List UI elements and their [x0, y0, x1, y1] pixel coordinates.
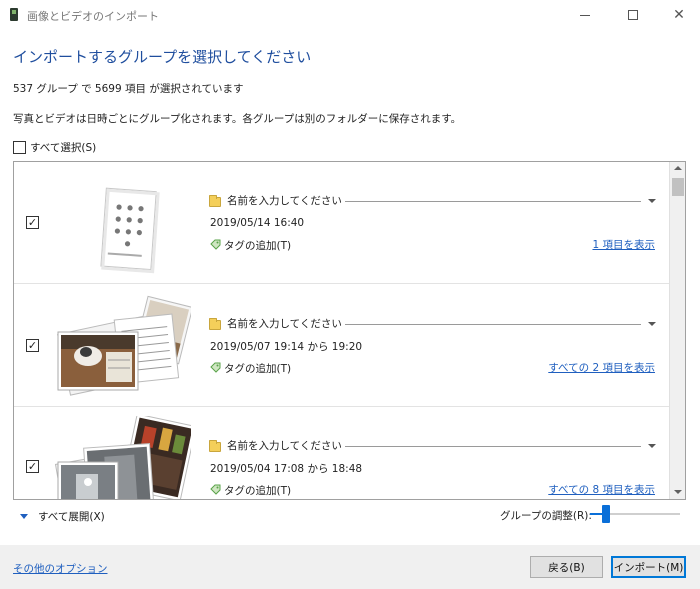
group-name-input[interactable]: 名前を入力してください: [227, 438, 342, 453]
group-date: 2019/05/04 17:08 から 18:48: [210, 463, 363, 475]
group-checkbox[interactable]: ✓: [26, 339, 39, 352]
chevron-down-icon[interactable]: [648, 199, 656, 203]
chevron-down-icon: [20, 514, 28, 519]
group-list[interactable]: ✓ 名前を入力してください 2019/05/14 16:40 タグの追加(T) …: [13, 161, 686, 500]
add-tag-link[interactable]: タグの追加(T): [224, 483, 291, 498]
group-name-input[interactable]: 名前を入力してください: [227, 316, 342, 331]
scroll-down-icon[interactable]: [674, 490, 682, 494]
folder-icon: [209, 318, 221, 330]
group-thumbnail[interactable]: [46, 413, 197, 499]
name-underline: [345, 201, 641, 202]
group-date: 2019/05/07 19:14 から 19:20: [210, 341, 363, 353]
add-tag-link[interactable]: タグの追加(T): [224, 361, 291, 376]
minimize-icon: [580, 14, 590, 16]
checkbox-icon: [13, 141, 26, 154]
group-adjust-slider-thumb[interactable]: [602, 505, 611, 523]
tag-add-icon: [210, 239, 221, 250]
select-all-label: すべて選択(S): [30, 142, 97, 154]
group-adjust-label: グループの調整(R):: [500, 510, 592, 522]
maximize-icon: [628, 10, 638, 20]
group-row: ✓: [14, 408, 669, 499]
maximize-button[interactable]: [610, 0, 656, 30]
window-title: 画像とビデオのインポート: [27, 10, 159, 23]
name-underline: [345, 446, 641, 447]
footer-bar: その他のオプション 戻る(B) インポート(M): [0, 545, 700, 589]
chevron-down-icon[interactable]: [648, 444, 656, 448]
page-title: インポートするグループを選択してください: [13, 48, 312, 66]
minimize-button[interactable]: [562, 0, 608, 30]
view-items-link[interactable]: 1 項目を表示: [592, 237, 655, 252]
photo-stack-icon: [57, 295, 194, 396]
group-date: 2019/05/14 16:40: [210, 217, 305, 229]
scroll-thumb[interactable]: [672, 178, 684, 196]
import-button[interactable]: インポート(M): [611, 556, 686, 578]
scroll-up-icon[interactable]: [674, 166, 682, 170]
group-row: ✓ 名前を入力してください 2019/05/14 16:40 タグの追加(T) …: [14, 162, 669, 284]
more-options-link[interactable]: その他のオプション: [13, 561, 108, 576]
close-button[interactable]: ✕: [656, 0, 700, 30]
close-icon: ✕: [673, 7, 685, 23]
expand-all-label: すべて展開(X): [38, 511, 105, 523]
name-underline: [345, 324, 641, 325]
group-thumbnail[interactable]: [46, 290, 194, 400]
group-row: ✓: [14, 285, 669, 407]
folder-icon: [209, 440, 221, 452]
grouping-description: 写真とビデオは日時ごとにグループ化されます。各グループは別のフォルダーに保存され…: [13, 113, 462, 125]
app-icon: [10, 8, 18, 21]
view-items-link[interactable]: すべての 8 項目を表示: [548, 482, 655, 497]
list-scrollbar[interactable]: [669, 162, 685, 499]
view-items-link[interactable]: すべての 2 項目を表示: [548, 360, 655, 375]
group-name-input[interactable]: 名前を入力してください: [227, 193, 342, 208]
selection-summary: 537 グループ で 5699 項目 が選択されています: [13, 83, 244, 95]
tag-add-icon: [210, 484, 221, 495]
back-button[interactable]: 戻る(B): [530, 556, 603, 578]
expand-all-button[interactable]: すべて展開(X): [20, 509, 105, 524]
group-checkbox[interactable]: ✓: [26, 460, 39, 473]
group-thumbnail[interactable]: [46, 168, 191, 278]
tag-add-icon: [210, 362, 221, 373]
group-checkbox[interactable]: ✓: [26, 216, 39, 229]
folder-icon: [209, 195, 221, 207]
chevron-down-icon[interactable]: [648, 322, 656, 326]
photo-stack-icon: [54, 413, 197, 499]
document-photo-icon: [100, 187, 160, 274]
select-all-checkbox[interactable]: すべて選択(S): [13, 140, 96, 155]
add-tag-link[interactable]: タグの追加(T): [224, 238, 291, 253]
title-bar: 画像とビデオのインポート ✕: [0, 0, 700, 30]
